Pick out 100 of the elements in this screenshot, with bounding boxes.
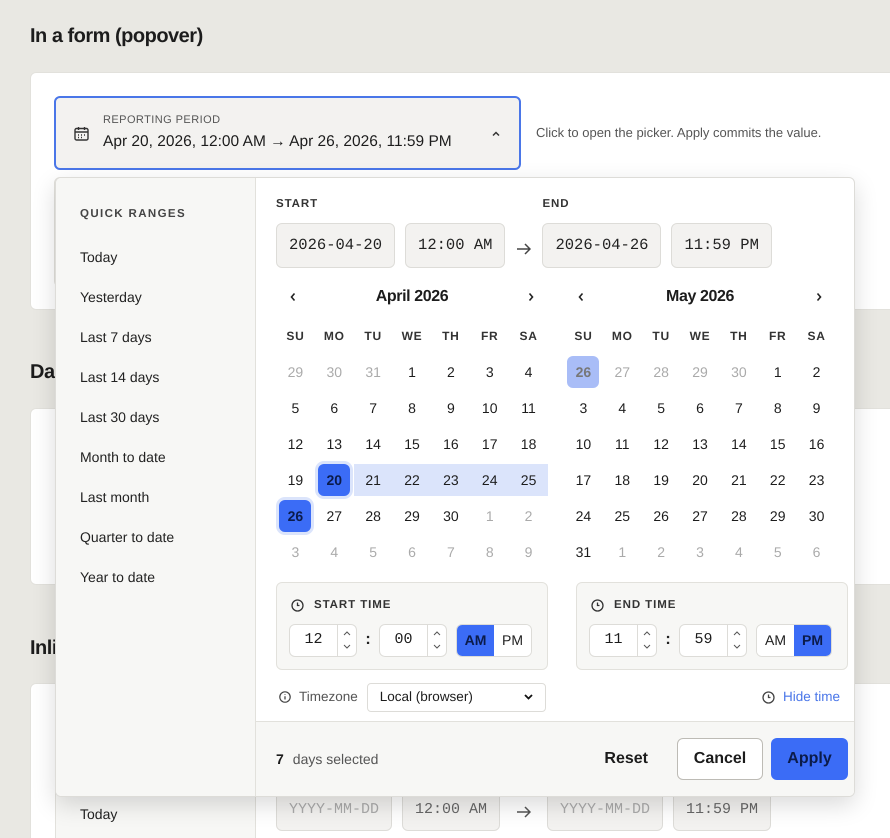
calendar-day[interactable]: 6 [680,392,720,424]
period-toggle[interactable]: PM [794,624,831,656]
quick-range-item[interactable]: Last 30 days [80,397,160,438]
calendar-day[interactable]: 1 [392,356,432,388]
weekday-label: MO [322,328,346,346]
calendar-day[interactable]: 13 [680,428,720,460]
quick-range-item[interactable]: Year to date [80,557,155,598]
calendar-day[interactable]: 23 [797,464,836,496]
calendar-day[interactable]: 20 [680,464,720,496]
calendar-day[interactable]: 5 [276,392,315,424]
calendar-day[interactable]: 11 [509,392,548,424]
field-label: START [276,197,320,212]
calendar-day[interactable]: 19 [642,464,681,496]
calendar-day[interactable]: 26 [642,500,681,532]
calendar-day[interactable]: 4 [602,392,642,424]
calendar-day[interactable]: 22 [758,464,798,496]
date-input[interactable]: 2026-04-26 [542,223,662,268]
quick-range-item[interactable]: Last month [80,477,150,518]
calendar-day[interactable]: 18 [602,464,642,496]
calendar-day[interactable]: 30 [797,500,836,532]
calendar-day[interactable]: 21 [719,464,758,496]
section-label: QUICK RANGES [80,207,188,222]
calendar-day[interactable]: 3 [470,356,510,388]
calendar-day[interactable]: 7 [354,392,393,424]
period-toggle[interactable]: AM [457,624,494,656]
arrow-right-icon [516,805,532,819]
weekday-label: WE [400,328,424,346]
calendar-day[interactable]: 9 [431,392,470,424]
hide-time-link[interactable]: Hide time [762,687,840,708]
calendar-day[interactable]: 14 [354,428,393,460]
quick-range-item[interactable]: Yesterday [80,277,142,318]
calendar-day[interactable]: 28 [354,500,393,532]
number-spinner[interactable]: 11 [589,624,657,656]
calendar-day[interactable]: 25 [602,500,642,532]
calendar-day[interactable]: 22 [392,464,432,496]
calendar-day[interactable]: 31 [564,536,603,568]
calendar-day[interactable]: 21 [354,464,393,496]
calendar-day[interactable]: 15 [392,428,432,460]
calendar-day[interactable]: 15 [758,428,798,460]
calendar-day[interactable]: 16 [797,428,836,460]
calendar-day[interactable]: 20 [318,464,350,496]
calendar-day[interactable]: 28 [719,500,758,532]
calendar-day[interactable]: 5 [642,392,681,424]
quick-range-item[interactable]: Last 14 days [80,357,160,398]
quick-range-item[interactable]: Quarter to date [80,517,174,558]
reset-button[interactable]: Reset [594,738,658,780]
calendar-day[interactable]: 29 [758,500,798,532]
calendar-icon [74,126,89,140]
number-spinner[interactable]: 00 [379,624,447,656]
time-input[interactable]: 12:00 AM [405,223,506,268]
number-spinner[interactable]: 12 [289,624,357,656]
calendar-day[interactable]: 1 [758,356,798,388]
calendar-day[interactable]: 16 [431,428,470,460]
weekday-label: MO [610,328,634,346]
calendar-day[interactable]: 11 [602,428,642,460]
calendar-day[interactable]: 3 [564,392,603,424]
calendar-day[interactable]: 2 [797,356,836,388]
quick-range-item[interactable]: Last 7 days [80,317,152,358]
calendar-day[interactable]: 30 [431,500,470,532]
calendar-day[interactable]: 27 [314,500,354,532]
cancel-button[interactable]: Cancel [677,738,763,780]
calendar-day[interactable]: 29 [392,500,432,532]
calendar-day[interactable]: 7 [719,392,758,424]
selection-summary: days selected [292,750,378,769]
number-spinner[interactable]: 59 [679,624,747,656]
clock-icon [291,599,304,612]
calendar-day[interactable]: 24 [564,500,603,532]
calendar-day[interactable]: 24 [470,464,510,496]
calendar-day[interactable]: 4 [509,356,548,388]
calendar-day[interactable]: 17 [470,428,510,460]
calendar-day[interactable]: 2 [431,356,470,388]
calendar-day[interactable]: 14 [719,428,758,460]
calendar-day[interactable]: 26 [279,500,312,532]
calendar-day[interactable]: 9 [797,392,836,424]
calendar-day[interactable]: 17 [564,464,603,496]
calendar-day[interactable]: 6 [314,392,354,424]
calendar-day[interactable]: 8 [758,392,798,424]
date-range-trigger[interactable]: REPORTING PERIOD Apr 20, 2026, 12:00 AM → Apr 26, 2026, 11:59 PM [54,96,521,170]
time-input[interactable]: 11:59 PM [671,223,772,268]
calendar-day[interactable]: 12 [276,428,315,460]
calendar-day[interactable]: 8 [392,392,432,424]
date-input[interactable]: 2026-04-20 [276,223,396,268]
field-label: END [542,197,570,212]
calendar-day[interactable]: 10 [564,428,603,460]
calendar-day[interactable]: 10 [470,392,510,424]
calendar-day[interactable]: 25 [509,464,548,496]
calendar-day[interactable]: 18 [509,428,548,460]
weekday-label: TH [441,328,461,346]
apply-button[interactable]: Apply [771,738,848,780]
quick-range-item[interactable]: Today [80,804,118,824]
weekday-label: TH [729,328,749,346]
quick-range-item[interactable]: Today [80,237,118,278]
calendar-day[interactable]: 23 [431,464,470,496]
calendar-day[interactable]: 13 [314,428,354,460]
timezone-select[interactable]: Local (browser) [366,682,546,712]
calendar-day[interactable]: 12 [642,428,681,460]
quick-range-item[interactable]: Month to date [80,437,166,478]
calendar-day[interactable]: 19 [276,464,315,496]
chevron-down-icon [343,644,351,650]
calendar-day[interactable]: 27 [680,500,720,532]
